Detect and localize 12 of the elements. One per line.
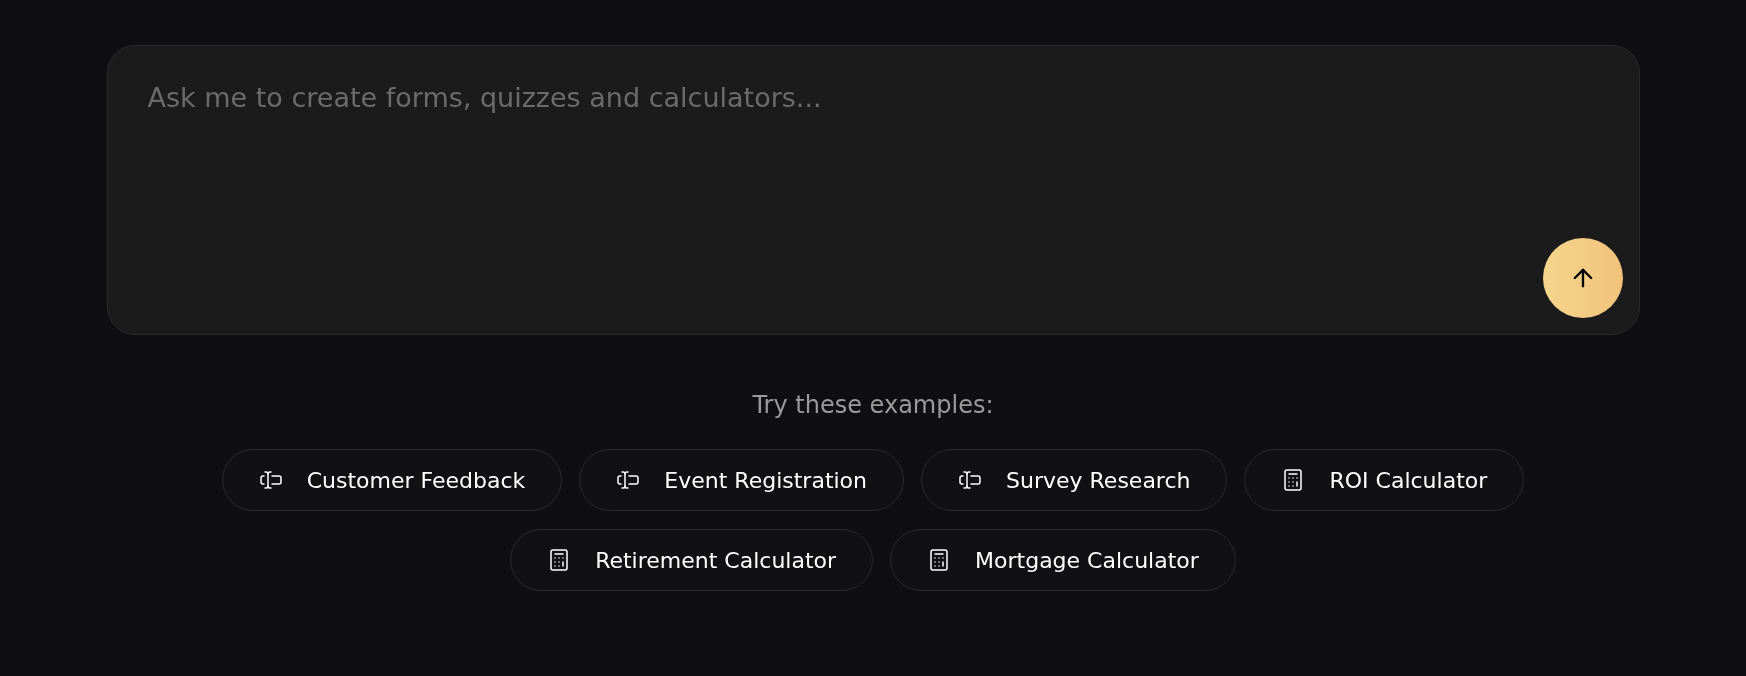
prompt-box[interactable]: Ask me to create forms, quizzes and calculators... bbox=[106, 45, 1640, 335]
example-chip[interactable]: ROI Calculator bbox=[1244, 449, 1525, 511]
example-chip[interactable]: Customer Feedback bbox=[221, 449, 563, 511]
text-input-icon bbox=[258, 468, 283, 492]
examples-heading: Try these examples: bbox=[752, 390, 994, 421]
example-chip[interactable]: Retirement Calculator bbox=[510, 529, 874, 591]
example-chip[interactable]: Event Registration bbox=[579, 449, 905, 511]
text-input-icon bbox=[616, 468, 641, 492]
example-chip[interactable]: Survey Research bbox=[921, 449, 1228, 511]
prompt-field[interactable]: Ask me to create forms, quizzes and calculators... bbox=[147, 78, 1623, 238]
example-chip[interactable]: Mortgage Calculator bbox=[890, 529, 1236, 591]
text-input-icon bbox=[958, 468, 983, 492]
